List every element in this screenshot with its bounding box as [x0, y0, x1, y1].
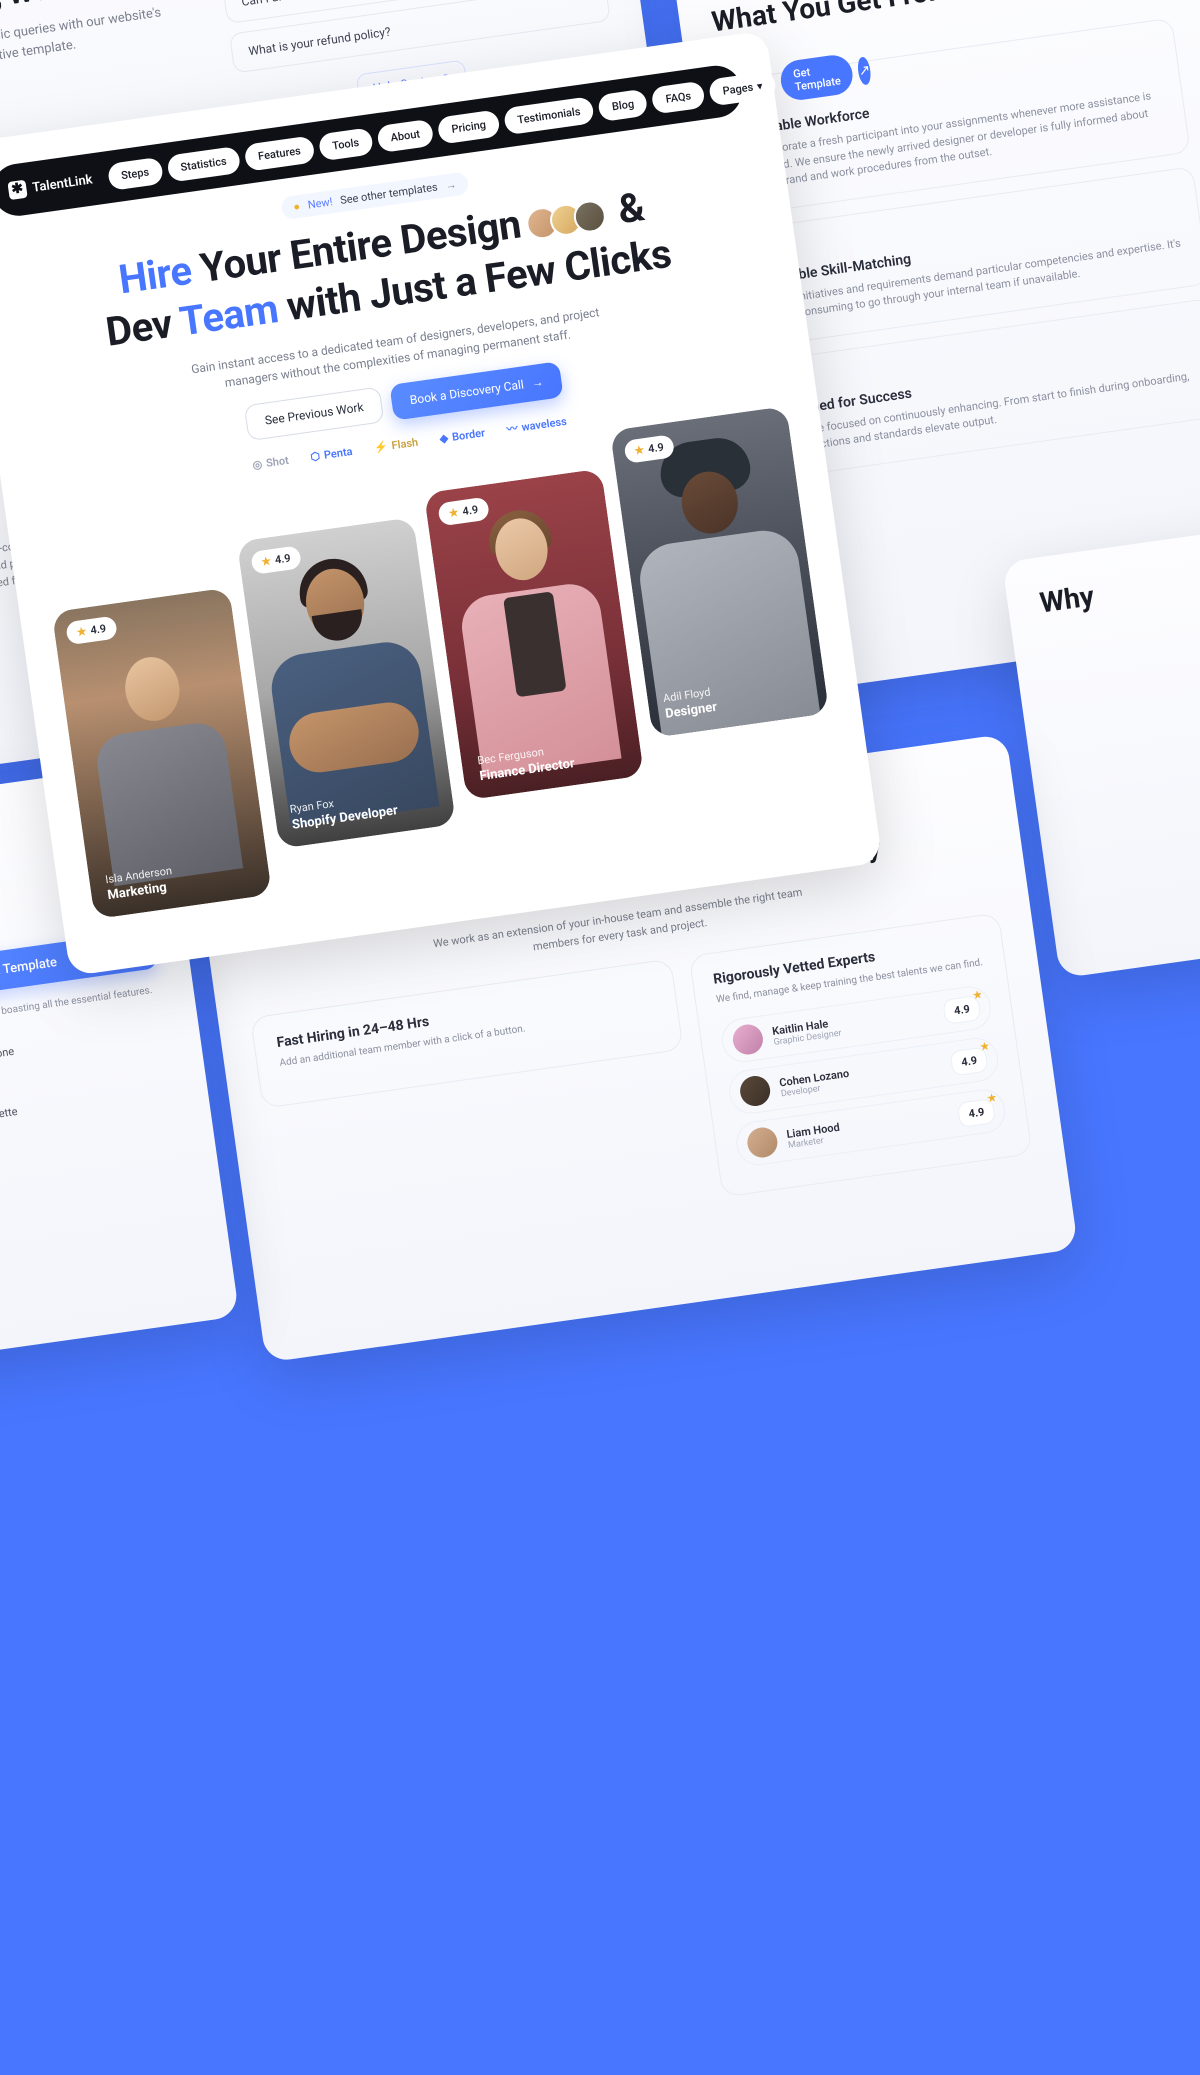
- nav-item[interactable]: Blog: [597, 88, 649, 121]
- book-discovery-call-button[interactable]: Book a Discovery Call →: [390, 361, 564, 420]
- rating-badge: 4.9: [950, 1046, 989, 1076]
- see-previous-work-button[interactable]: See Previous Work: [244, 386, 385, 441]
- nav-pages-dropdown[interactable]: Pages▾: [708, 70, 777, 106]
- profile-card[interactable]: 4.9 Isla AndersonMarketing: [52, 587, 272, 919]
- hero-panel: TalentLink Steps Statistics Features Too…: [0, 30, 883, 976]
- nav-item[interactable]: FAQs: [651, 80, 706, 114]
- profile-card[interactable]: 4.9 Adil FloydDesigner: [609, 406, 829, 738]
- brand-waveless: 〰 waveless: [506, 413, 568, 437]
- nav-item[interactable]: Tools: [318, 127, 374, 161]
- nav-item[interactable]: Testimonials: [503, 96, 595, 135]
- feature-list: ▭Desktop, Tablet & Phone ◧UI Elements ◐M…: [0, 1014, 190, 1233]
- fast-hiring-block: Fast Hiring in 24–48 Hrs Add an addition…: [250, 958, 684, 1108]
- faq-question: What is your refund policy?: [248, 25, 392, 59]
- logo-icon: [7, 180, 27, 200]
- rating-badge: 4.9: [942, 995, 981, 1025]
- arrow-right-icon: →: [531, 375, 545, 391]
- brand-border: ◆ Border: [439, 424, 486, 446]
- nav-item[interactable]: Pricing: [437, 109, 501, 144]
- nav-item[interactable]: About: [376, 118, 435, 152]
- rating-badge: 4.9: [957, 1098, 996, 1128]
- vetted-experts-block: Rigorously Vetted Experts We find, manag…: [689, 912, 1033, 1197]
- arrow-right-icon: →: [445, 178, 458, 192]
- nav-item[interactable]: Statistics: [166, 145, 241, 182]
- avatar-group: [532, 199, 608, 241]
- profile-card[interactable]: 4.9 Bec FergusonFinance Director: [424, 468, 644, 800]
- profile-card[interactable]: 4.9 Ryan FoxShopify Developer: [236, 517, 456, 849]
- avatar: [731, 1023, 765, 1057]
- brand-logo[interactable]: TalentLink: [0, 169, 104, 201]
- brand-shot: ◎ Shot: [251, 452, 289, 473]
- brand-flash: ⚡ Flash: [373, 434, 419, 456]
- nav-item[interactable]: Features: [243, 135, 315, 171]
- nav-item[interactable]: Steps: [106, 156, 163, 190]
- faq-question: Can I distribute this product?: [241, 0, 394, 9]
- avatar: [746, 1126, 780, 1160]
- arrow-icon: ↗: [858, 62, 872, 79]
- avatar: [738, 1074, 772, 1108]
- brand-penta: ⬡ Penta: [309, 443, 353, 465]
- caret-down-icon: ▾: [756, 79, 763, 93]
- faq-subtext: Easily find answers to basic queries wit…: [0, 0, 193, 85]
- blog-panel: Why: [1002, 504, 1200, 978]
